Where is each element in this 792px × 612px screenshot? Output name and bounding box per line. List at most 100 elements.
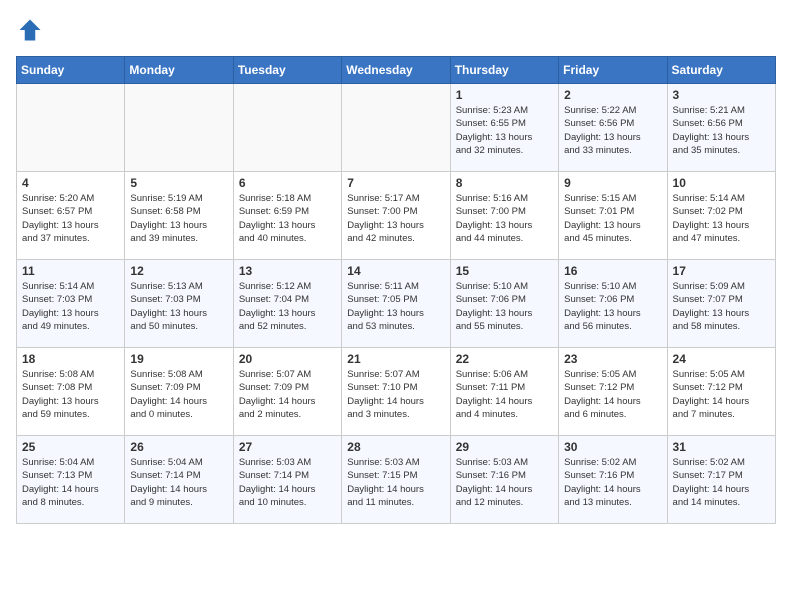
day-number: 6 (239, 176, 336, 190)
day-number: 2 (564, 88, 661, 102)
day-number: 3 (673, 88, 770, 102)
day-info: Sunrise: 5:21 AM Sunset: 6:56 PM Dayligh… (673, 104, 770, 157)
day-info: Sunrise: 5:08 AM Sunset: 7:09 PM Dayligh… (130, 368, 227, 421)
day-info: Sunrise: 5:03 AM Sunset: 7:16 PM Dayligh… (456, 456, 553, 509)
day-info: Sunrise: 5:02 AM Sunset: 7:17 PM Dayligh… (673, 456, 770, 509)
day-info: Sunrise: 5:02 AM Sunset: 7:16 PM Dayligh… (564, 456, 661, 509)
day-info: Sunrise: 5:03 AM Sunset: 7:15 PM Dayligh… (347, 456, 444, 509)
calendar-cell (233, 84, 341, 172)
calendar-cell: 19 Sunrise: 5:08 AM Sunset: 7:09 PM Dayli… (125, 348, 233, 436)
calendar-cell (17, 84, 125, 172)
calendar-week-4: 18 Sunrise: 5:08 AM Sunset: 7:08 PM Dayli… (17, 348, 776, 436)
day-info: Sunrise: 5:10 AM Sunset: 7:06 PM Dayligh… (456, 280, 553, 333)
day-info: Sunrise: 5:04 AM Sunset: 7:13 PM Dayligh… (22, 456, 119, 509)
day-info: Sunrise: 5:08 AM Sunset: 7:08 PM Dayligh… (22, 368, 119, 421)
day-number: 28 (347, 440, 444, 454)
calendar-cell: 4Sunrise: 5:20 AM Sunset: 6:57 PM Daylig… (17, 172, 125, 260)
header-monday: Monday (125, 57, 233, 84)
day-number: 15 (456, 264, 553, 278)
day-info: Sunrise: 5:22 AM Sunset: 6:56 PM Dayligh… (564, 104, 661, 157)
day-info: Sunrise: 5:06 AM Sunset: 7:11 PM Dayligh… (456, 368, 553, 421)
day-number: 22 (456, 352, 553, 366)
day-info: Sunrise: 5:10 AM Sunset: 7:06 PM Dayligh… (564, 280, 661, 333)
header-tuesday: Tuesday (233, 57, 341, 84)
day-number: 24 (673, 352, 770, 366)
day-number: 29 (456, 440, 553, 454)
day-number: 21 (347, 352, 444, 366)
day-info: Sunrise: 5:23 AM Sunset: 6:55 PM Dayligh… (456, 104, 553, 157)
day-info: Sunrise: 5:09 AM Sunset: 7:07 PM Dayligh… (673, 280, 770, 333)
day-info: Sunrise: 5:14 AM Sunset: 7:02 PM Dayligh… (673, 192, 770, 245)
calendar-cell: 9 Sunrise: 5:15 AM Sunset: 7:01 PM Daylig… (559, 172, 667, 260)
day-number: 19 (130, 352, 227, 366)
day-info: Sunrise: 5:12 AM Sunset: 7:04 PM Dayligh… (239, 280, 336, 333)
logo-icon (16, 16, 44, 44)
day-number: 23 (564, 352, 661, 366)
calendar-week-1: 1 Sunrise: 5:23 AM Sunset: 6:55 PM Daylig… (17, 84, 776, 172)
day-number: 8 (456, 176, 553, 190)
calendar-cell: 15 Sunrise: 5:10 AM Sunset: 7:06 PM Dayli… (450, 260, 558, 348)
page-header (16, 16, 776, 44)
calendar-cell (125, 84, 233, 172)
calendar-cell (342, 84, 450, 172)
day-info: Sunrise: 5:05 AM Sunset: 7:12 PM Dayligh… (564, 368, 661, 421)
calendar-table: SundayMondayTuesdayWednesdayThursdayFrid… (16, 56, 776, 524)
calendar-cell: 23 Sunrise: 5:05 AM Sunset: 7:12 PM Dayli… (559, 348, 667, 436)
calendar-cell: 3 Sunrise: 5:21 AM Sunset: 6:56 PM Daylig… (667, 84, 775, 172)
day-info: Sunrise: 5:04 AM Sunset: 7:14 PM Dayligh… (130, 456, 227, 509)
day-info: Sunrise: 5:05 AM Sunset: 7:12 PM Dayligh… (673, 368, 770, 421)
day-number: 9 (564, 176, 661, 190)
calendar-header-row: SundayMondayTuesdayWednesdayThursdayFrid… (17, 57, 776, 84)
day-number: 14 (347, 264, 444, 278)
day-info: Sunrise: 5:11 AM Sunset: 7:05 PM Dayligh… (347, 280, 444, 333)
day-number: 25 (22, 440, 119, 454)
day-number: 31 (673, 440, 770, 454)
calendar-cell: 14 Sunrise: 5:11 AM Sunset: 7:05 PM Dayli… (342, 260, 450, 348)
day-number: 16 (564, 264, 661, 278)
day-info: Sunrise: 5:18 AM Sunset: 6:59 PM Dayligh… (239, 192, 336, 245)
calendar-cell: 2 Sunrise: 5:22 AM Sunset: 6:56 PM Daylig… (559, 84, 667, 172)
calendar-cell: 1 Sunrise: 5:23 AM Sunset: 6:55 PM Daylig… (450, 84, 558, 172)
day-info: Sunrise: 5:07 AM Sunset: 7:09 PM Dayligh… (239, 368, 336, 421)
calendar-cell: 16 Sunrise: 5:10 AM Sunset: 7:06 PM Dayli… (559, 260, 667, 348)
day-number: 17 (673, 264, 770, 278)
day-number: 26 (130, 440, 227, 454)
day-info: Sunrise: 5:13 AM Sunset: 7:03 PM Dayligh… (130, 280, 227, 333)
day-number: 7 (347, 176, 444, 190)
calendar-cell: 5Sunrise: 5:19 AM Sunset: 6:58 PM Daylig… (125, 172, 233, 260)
header-sunday: Sunday (17, 57, 125, 84)
header-saturday: Saturday (667, 57, 775, 84)
day-number: 18 (22, 352, 119, 366)
day-info: Sunrise: 5:17 AM Sunset: 7:00 PM Dayligh… (347, 192, 444, 245)
calendar-cell: 22 Sunrise: 5:06 AM Sunset: 7:11 PM Dayli… (450, 348, 558, 436)
calendar-cell: 7 Sunrise: 5:17 AM Sunset: 7:00 PM Daylig… (342, 172, 450, 260)
day-info: Sunrise: 5:15 AM Sunset: 7:01 PM Dayligh… (564, 192, 661, 245)
header-friday: Friday (559, 57, 667, 84)
day-number: 11 (22, 264, 119, 278)
calendar-cell: 8 Sunrise: 5:16 AM Sunset: 7:00 PM Daylig… (450, 172, 558, 260)
day-number: 10 (673, 176, 770, 190)
day-number: 30 (564, 440, 661, 454)
day-number: 27 (239, 440, 336, 454)
calendar-cell: 26 Sunrise: 5:04 AM Sunset: 7:14 PM Dayli… (125, 436, 233, 524)
header-thursday: Thursday (450, 57, 558, 84)
day-number: 1 (456, 88, 553, 102)
calendar-cell: 20 Sunrise: 5:07 AM Sunset: 7:09 PM Dayli… (233, 348, 341, 436)
logo (16, 16, 48, 44)
calendar-cell: 10 Sunrise: 5:14 AM Sunset: 7:02 PM Dayli… (667, 172, 775, 260)
calendar-cell: 29 Sunrise: 5:03 AM Sunset: 7:16 PM Dayli… (450, 436, 558, 524)
day-info: Sunrise: 5:14 AM Sunset: 7:03 PM Dayligh… (22, 280, 119, 333)
calendar-cell: 28 Sunrise: 5:03 AM Sunset: 7:15 PM Dayli… (342, 436, 450, 524)
calendar-cell: 18 Sunrise: 5:08 AM Sunset: 7:08 PM Dayli… (17, 348, 125, 436)
calendar-cell: 21Sunrise: 5:07 AM Sunset: 7:10 PM Dayli… (342, 348, 450, 436)
calendar-cell: 13 Sunrise: 5:12 AM Sunset: 7:04 PM Dayli… (233, 260, 341, 348)
day-info: Sunrise: 5:20 AM Sunset: 6:57 PM Dayligh… (22, 192, 119, 245)
calendar-cell: 12 Sunrise: 5:13 AM Sunset: 7:03 PM Dayli… (125, 260, 233, 348)
day-info: Sunrise: 5:16 AM Sunset: 7:00 PM Dayligh… (456, 192, 553, 245)
calendar-cell: 31 Sunrise: 5:02 AM Sunset: 7:17 PM Dayli… (667, 436, 775, 524)
day-number: 13 (239, 264, 336, 278)
day-number: 12 (130, 264, 227, 278)
day-info: Sunrise: 5:19 AM Sunset: 6:58 PM Dayligh… (130, 192, 227, 245)
day-info: Sunrise: 5:03 AM Sunset: 7:14 PM Dayligh… (239, 456, 336, 509)
day-number: 20 (239, 352, 336, 366)
